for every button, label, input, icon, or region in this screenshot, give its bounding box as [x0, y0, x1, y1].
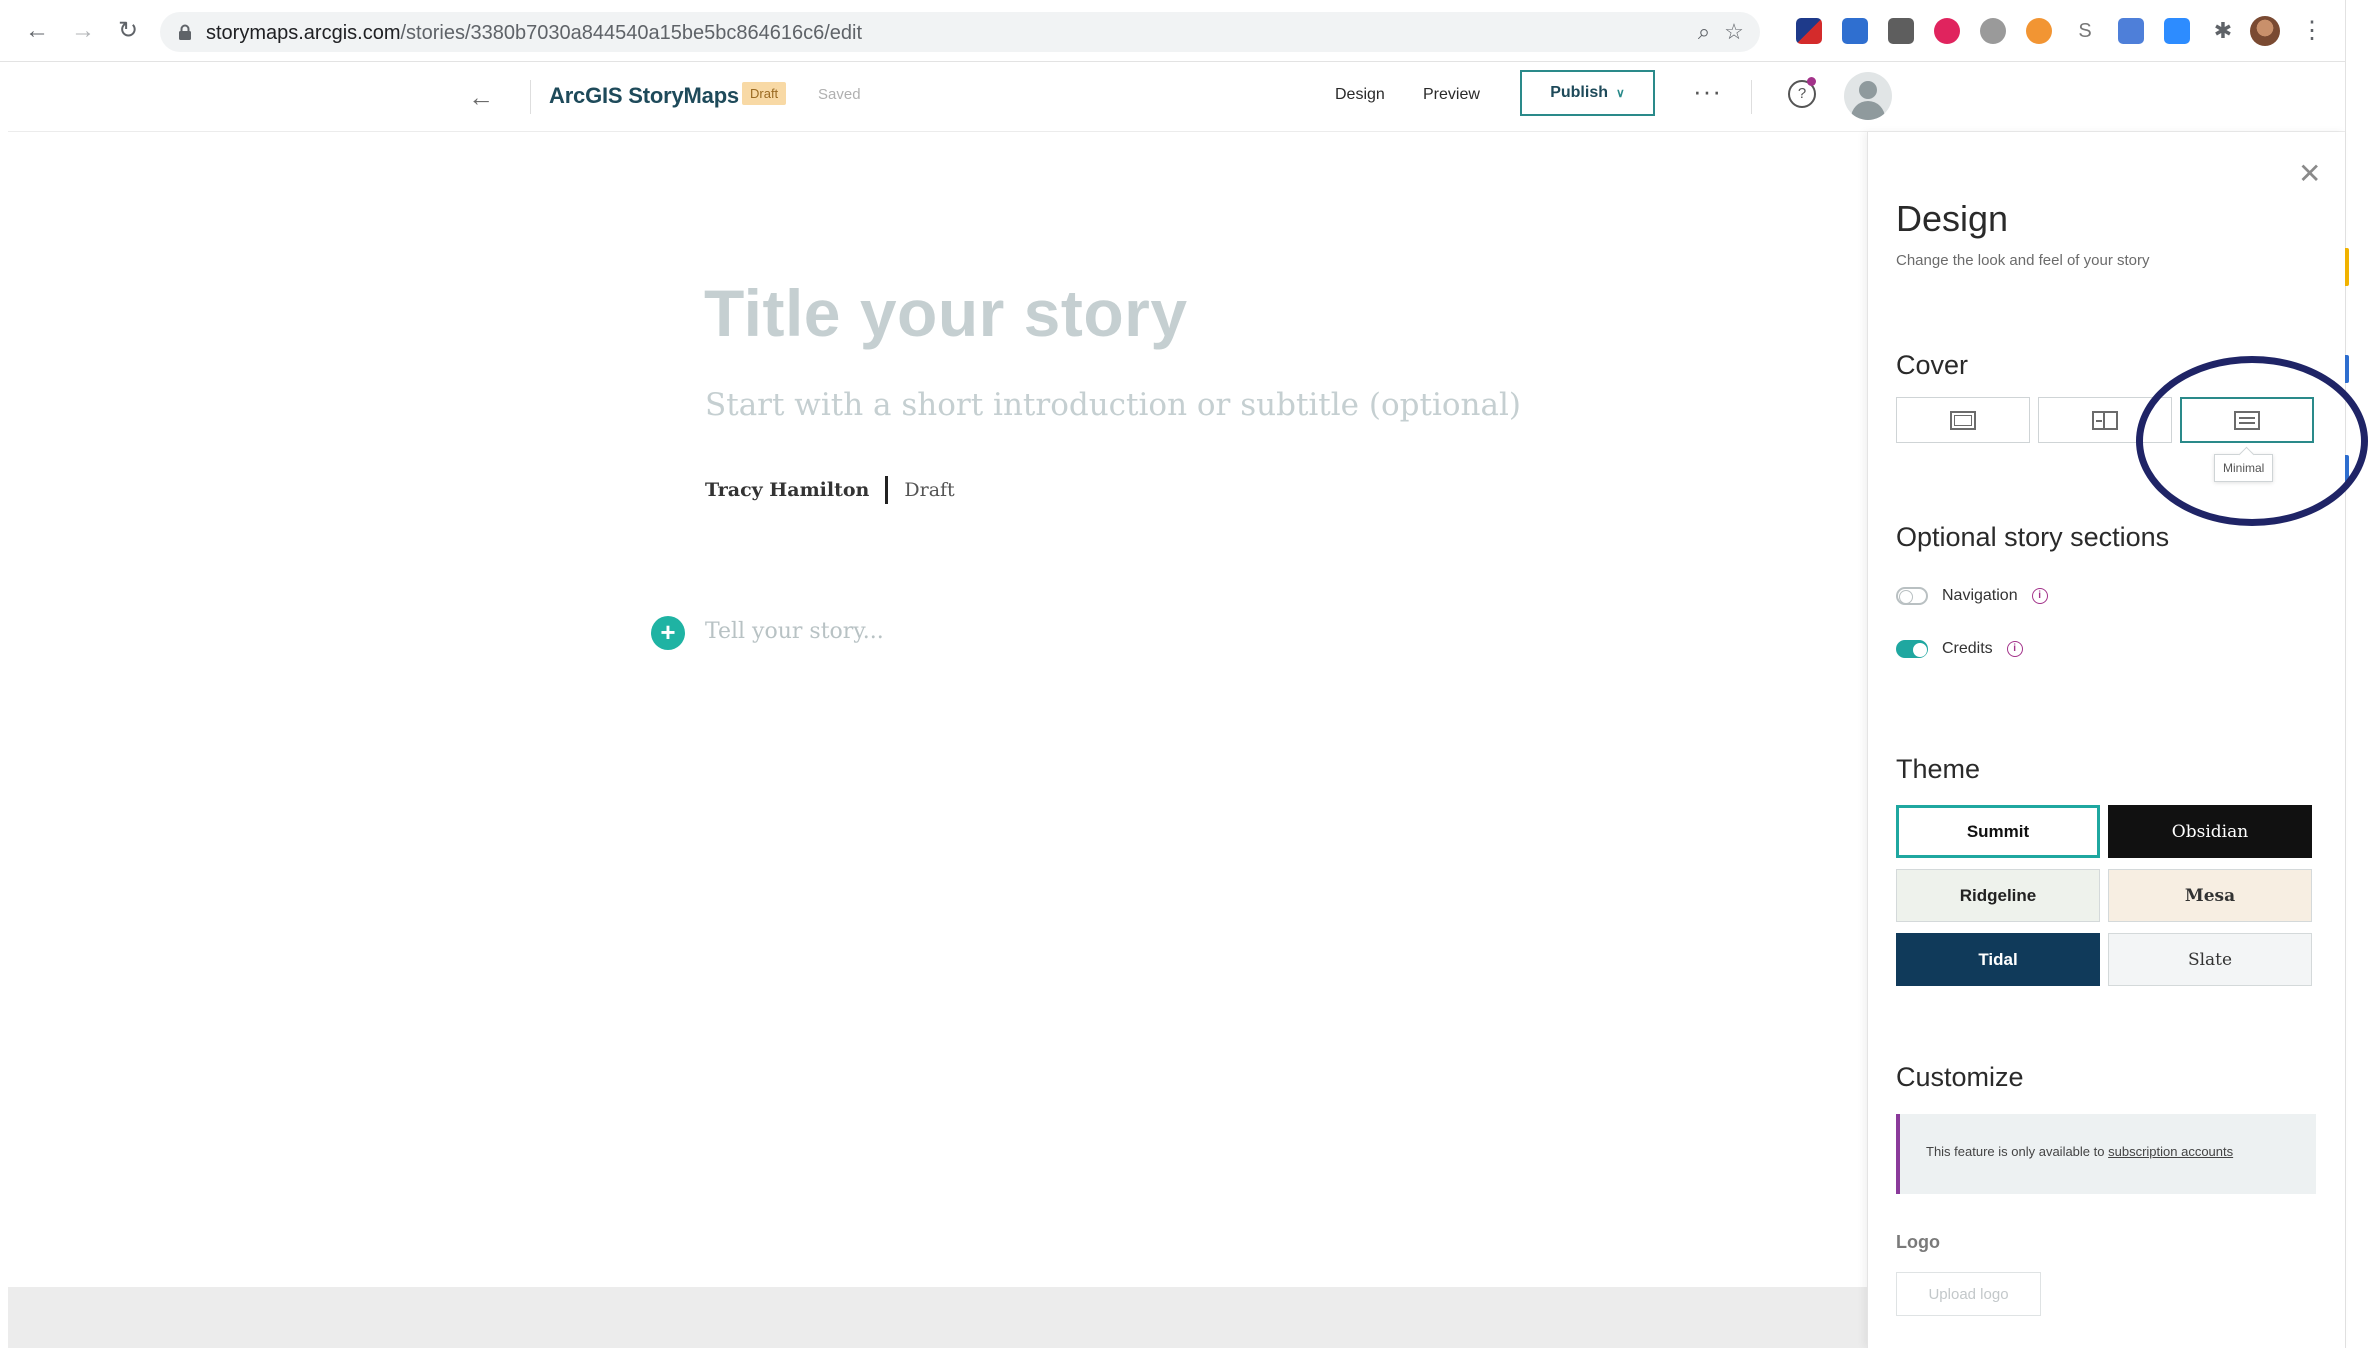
kebab-menu-icon[interactable]: ⋮ — [2300, 16, 2324, 46]
customize-heading: Customize — [1896, 1062, 2024, 1092]
theme-heading: Theme — [1896, 754, 1981, 784]
design-panel: ✕ Design Change the look and feel of you… — [1867, 132, 2345, 1348]
subscription-notice: This feature is only available to subscr… — [1896, 1114, 2316, 1194]
reload-icon[interactable]: ↻ — [113, 16, 143, 46]
zoom-extension-icon[interactable] — [2164, 18, 2190, 44]
extension-icon-5[interactable] — [1980, 18, 2006, 44]
camera-extension-icon[interactable] — [2118, 18, 2144, 44]
forward-icon[interactable]: → — [68, 16, 98, 46]
byline-separator — [885, 476, 889, 504]
status-badge: Draft — [742, 82, 787, 105]
design-link[interactable]: Design — [1335, 86, 1385, 104]
app-header: ← ArcGIS StoryMaps Draft Saved Design Pr… — [8, 62, 2345, 132]
address-bar[interactable]: storymaps.arcgis.com/stories/3380b7030a8… — [160, 12, 1760, 52]
panel-title: Design — [1896, 198, 2009, 239]
extension-icon-2[interactable] — [1842, 18, 1868, 44]
avatar-shoulders — [1851, 101, 1885, 120]
chevron-down-icon: ∨ — [1615, 86, 1625, 100]
publish-label: Publish — [1550, 84, 1608, 101]
add-block-button[interactable]: + — [651, 616, 685, 650]
theme-tidal[interactable]: Tidal — [1896, 933, 2100, 986]
close-icon[interactable]: ✕ — [2298, 157, 2321, 190]
background-window-edge — [2345, 0, 2370, 1348]
brand-name[interactable]: ArcGIS StoryMaps — [549, 83, 739, 109]
theme-mesa[interactable]: Mesa — [2108, 869, 2312, 922]
url-text: storymaps.arcgis.com/stories/3380b7030a8… — [206, 22, 863, 44]
author-name: Tracy Hamilton — [705, 479, 870, 501]
optional-sections-heading: Optional story sections — [1896, 522, 2170, 552]
navigation-label: Navigation — [1942, 587, 2018, 604]
lock-icon — [179, 24, 191, 40]
bookmark-star-icon[interactable]: ☆ — [1722, 20, 1746, 44]
zoom-icon[interactable]: ⌕ — [1692, 20, 1716, 44]
byline: Tracy Hamilton Draft — [705, 476, 955, 504]
cover-option-full[interactable] — [1896, 397, 2030, 443]
notification-dot — [1807, 77, 1816, 86]
avatar-head — [1859, 81, 1877, 99]
story-status: Draft — [904, 479, 955, 501]
story-title-input[interactable]: Title your story — [704, 275, 1188, 351]
browser-profile-avatar[interactable] — [2250, 16, 2280, 46]
theme-summit[interactable]: Summit — [1896, 805, 2100, 858]
cover-sidebyside-icon — [2092, 410, 2118, 430]
cover-heading: Cover — [1896, 350, 1969, 380]
navigation-row: Navigation i — [1896, 587, 2048, 605]
credits-label: Credits — [1942, 640, 1993, 657]
upload-logo-button[interactable]: Upload logo — [1896, 1272, 2041, 1316]
pinterest-icon[interactable] — [1934, 18, 1960, 44]
logo-label: Logo — [1896, 1232, 1940, 1252]
divider — [530, 80, 531, 114]
extension-icon-6[interactable] — [2026, 18, 2052, 44]
story-subtitle-input[interactable]: Start with a short introduction or subti… — [705, 387, 1521, 423]
user-avatar[interactable] — [1844, 72, 1892, 120]
story-body-input[interactable]: Tell your story... — [705, 619, 884, 644]
extension-icon-3[interactable] — [1888, 18, 1914, 44]
panel-subtitle: Change the look and feel of your story — [1896, 252, 2150, 269]
divider — [1751, 80, 1752, 114]
notice-text: This feature is only available to — [1926, 1144, 2105, 1159]
annotation-highlight-ring — [2136, 356, 2368, 526]
theme-obsidian[interactable]: Obsidian — [2108, 805, 2312, 858]
info-icon[interactable]: i — [2006, 641, 2023, 657]
back-arrow-icon[interactable]: ← — [468, 82, 494, 113]
credits-toggle[interactable] — [1896, 640, 1928, 658]
theme-slate[interactable]: Slate — [2108, 933, 2312, 986]
info-icon[interactable]: i — [2031, 588, 2048, 604]
extension-icon-7[interactable]: S — [2072, 18, 2098, 44]
extensions-icon[interactable]: ✱ — [2210, 18, 2236, 44]
preview-link[interactable]: Preview — [1423, 86, 1480, 104]
more-options-icon[interactable]: ··· — [1693, 76, 1722, 107]
credits-row: Credits i — [1896, 640, 2023, 658]
theme-ridgeline[interactable]: Ridgeline — [1896, 869, 2100, 922]
publish-button[interactable]: Publish ∨ — [1520, 70, 1655, 116]
save-state: Saved — [818, 86, 861, 103]
subscription-link[interactable]: subscription accounts — [2108, 1144, 2233, 1159]
back-icon[interactable]: ← — [22, 16, 52, 46]
browser-toolbar: ← → ↻ storymaps.arcgis.com/stories/3380b… — [0, 0, 2345, 62]
canvas-footer-band — [8, 1287, 1868, 1348]
extension-icon-1[interactable] — [1796, 18, 1822, 44]
cover-full-icon — [1950, 410, 1976, 430]
navigation-toggle[interactable] — [1896, 587, 1928, 605]
